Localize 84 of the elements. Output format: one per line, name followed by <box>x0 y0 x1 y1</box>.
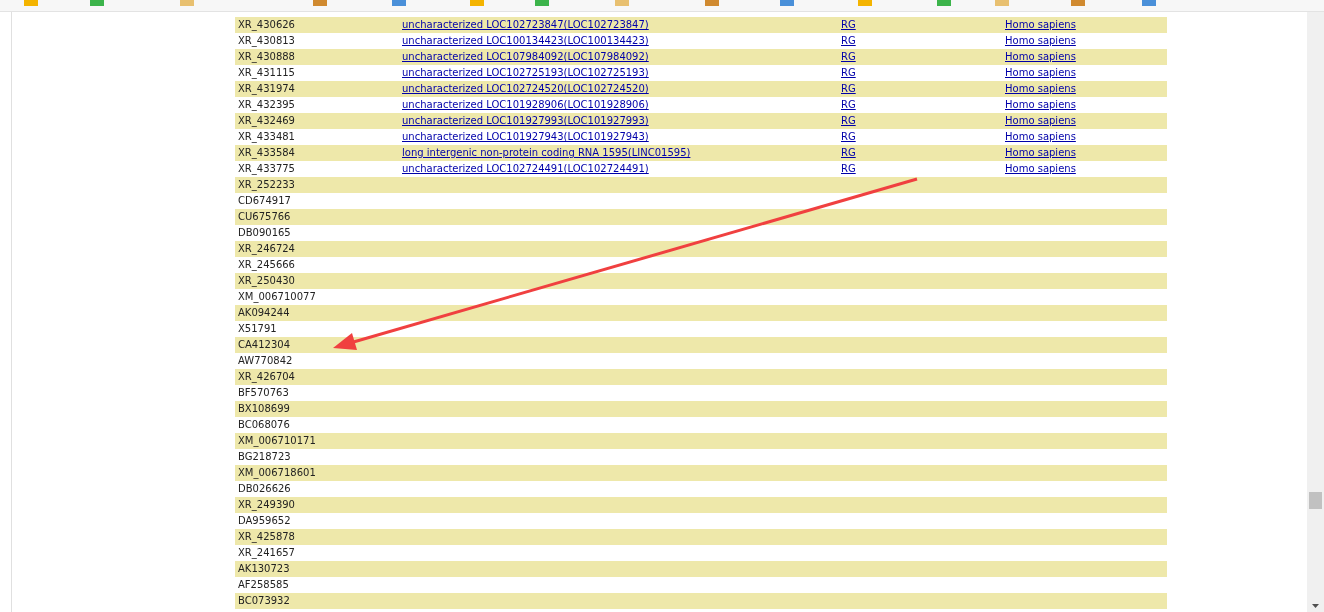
accession-cell: XR_252233 <box>238 179 295 190</box>
species-link[interactable]: Homo sapiens <box>1005 131 1076 142</box>
accession-cell: AW770842 <box>238 355 293 366</box>
rg-link[interactable]: RG <box>841 35 856 46</box>
bookmark-icon[interactable] <box>535 0 549 6</box>
accession-cell: BF570763 <box>238 387 289 398</box>
accession-cell: AK130723 <box>238 563 290 574</box>
bookmark-icon[interactable] <box>24 0 38 6</box>
bookmark-icon[interactable] <box>313 0 327 6</box>
species-link[interactable]: Homo sapiens <box>1005 163 1076 174</box>
accession-cell: CU675766 <box>238 211 291 222</box>
accession-cell: XR_430626 <box>238 19 295 30</box>
accession-cell: XM_006710077 <box>238 291 316 302</box>
scrollbar-thumb[interactable] <box>1309 492 1322 509</box>
bookmark-icon[interactable] <box>392 0 406 6</box>
species-link[interactable]: Homo sapiens <box>1005 115 1076 126</box>
rg-link[interactable]: RG <box>841 67 856 78</box>
accession-cell: XR_430813 <box>238 35 295 46</box>
accession-cell: XR_432469 <box>238 115 295 126</box>
accession-cell: BX108699 <box>238 403 290 414</box>
bookmark-icon[interactable] <box>1142 0 1156 6</box>
accession-cell: AK094244 <box>238 307 290 318</box>
bookmark-icon[interactable] <box>705 0 719 6</box>
gene-link[interactable]: uncharacterized LOC102724520(LOC102724520) <box>402 83 649 94</box>
accession-cell: XR_245666 <box>238 259 295 270</box>
rg-link[interactable]: RG <box>841 19 856 30</box>
accession-cell: XR_433775 <box>238 163 295 174</box>
accession-cell: XM_006718601 <box>238 467 316 478</box>
accession-cell: XR_425878 <box>238 531 295 542</box>
rg-link[interactable]: RG <box>841 163 856 174</box>
accession-cell: XR_433481 <box>238 131 295 142</box>
accession-cell: CD674917 <box>238 195 291 206</box>
accession-cell: X51791 <box>238 323 277 334</box>
species-link[interactable]: Homo sapiens <box>1005 147 1076 158</box>
accession-cell: DB026626 <box>238 483 291 494</box>
rg-link[interactable]: RG <box>841 115 856 126</box>
gene-link[interactable]: uncharacterized LOC101928906(LOC101928906) <box>402 99 649 110</box>
bookmark-icon[interactable] <box>180 0 194 6</box>
accession-cell: CA412304 <box>238 339 290 350</box>
gene-link[interactable]: uncharacterized LOC102723847(LOC102723847) <box>402 19 649 30</box>
species-link[interactable]: Homo sapiens <box>1005 51 1076 62</box>
accession-cell: AF258585 <box>238 579 289 590</box>
rg-link[interactable]: RG <box>841 131 856 142</box>
scroll-down-icon[interactable] <box>1312 604 1319 608</box>
accession-cell: XR_250430 <box>238 275 295 286</box>
accession-cell: XR_241657 <box>238 547 295 558</box>
gene-link[interactable]: uncharacterized LOC107984092(LOC107984092) <box>402 51 649 62</box>
gene-link[interactable]: uncharacterized LOC102725193(LOC102725193) <box>402 67 649 78</box>
accession-cell: XR_431974 <box>238 83 295 94</box>
accession-cell: XR_430888 <box>238 51 295 62</box>
accession-cell: XR_249390 <box>238 499 295 510</box>
species-link[interactable]: Homo sapiens <box>1005 19 1076 30</box>
bookmark-icon[interactable] <box>90 0 104 6</box>
accession-cell: XR_246724 <box>238 243 295 254</box>
gene-link[interactable]: uncharacterized LOC100134423(LOC100134423) <box>402 35 649 46</box>
accession-cell: XM_006710171 <box>238 435 316 446</box>
bookmark-icon[interactable] <box>995 0 1009 6</box>
rg-link[interactable]: RG <box>841 147 856 158</box>
accession-cell: DA959652 <box>238 515 291 526</box>
gene-link[interactable]: uncharacterized LOC101927993(LOC101927993) <box>402 115 649 126</box>
accession-cell: BG218723 <box>238 451 291 462</box>
bookmark-icon[interactable] <box>615 0 629 6</box>
gene-link[interactable]: uncharacterized LOC102724491(LOC102724491) <box>402 163 649 174</box>
gene-link[interactable]: uncharacterized LOC101927943(LOC101927943) <box>402 131 649 142</box>
bookmark-icon[interactable] <box>470 0 484 6</box>
bookmark-icon[interactable] <box>858 0 872 6</box>
bookmark-icon[interactable] <box>937 0 951 6</box>
rg-link[interactable]: RG <box>841 51 856 62</box>
rg-link[interactable]: RG <box>841 83 856 94</box>
species-link[interactable]: Homo sapiens <box>1005 83 1076 94</box>
gene-link[interactable]: long intergenic non-protein coding RNA 1595(LINC01595) <box>402 147 691 158</box>
species-link[interactable]: Homo sapiens <box>1005 67 1076 78</box>
accession-cell: BC073932 <box>238 595 290 606</box>
rg-link[interactable]: RG <box>841 99 856 110</box>
accession-cell: BC068076 <box>238 419 290 430</box>
bookmark-icon[interactable] <box>1071 0 1085 6</box>
species-link[interactable]: Homo sapiens <box>1005 99 1076 110</box>
accession-cell: DB090165 <box>238 227 291 238</box>
accession-cell: XR_433584 <box>238 147 295 158</box>
accession-cell: XR_432395 <box>238 99 295 110</box>
accession-cell: XR_431115 <box>238 67 295 78</box>
accession-cell: XR_426704 <box>238 371 295 382</box>
species-link[interactable]: Homo sapiens <box>1005 35 1076 46</box>
bookmark-icon[interactable] <box>780 0 794 6</box>
